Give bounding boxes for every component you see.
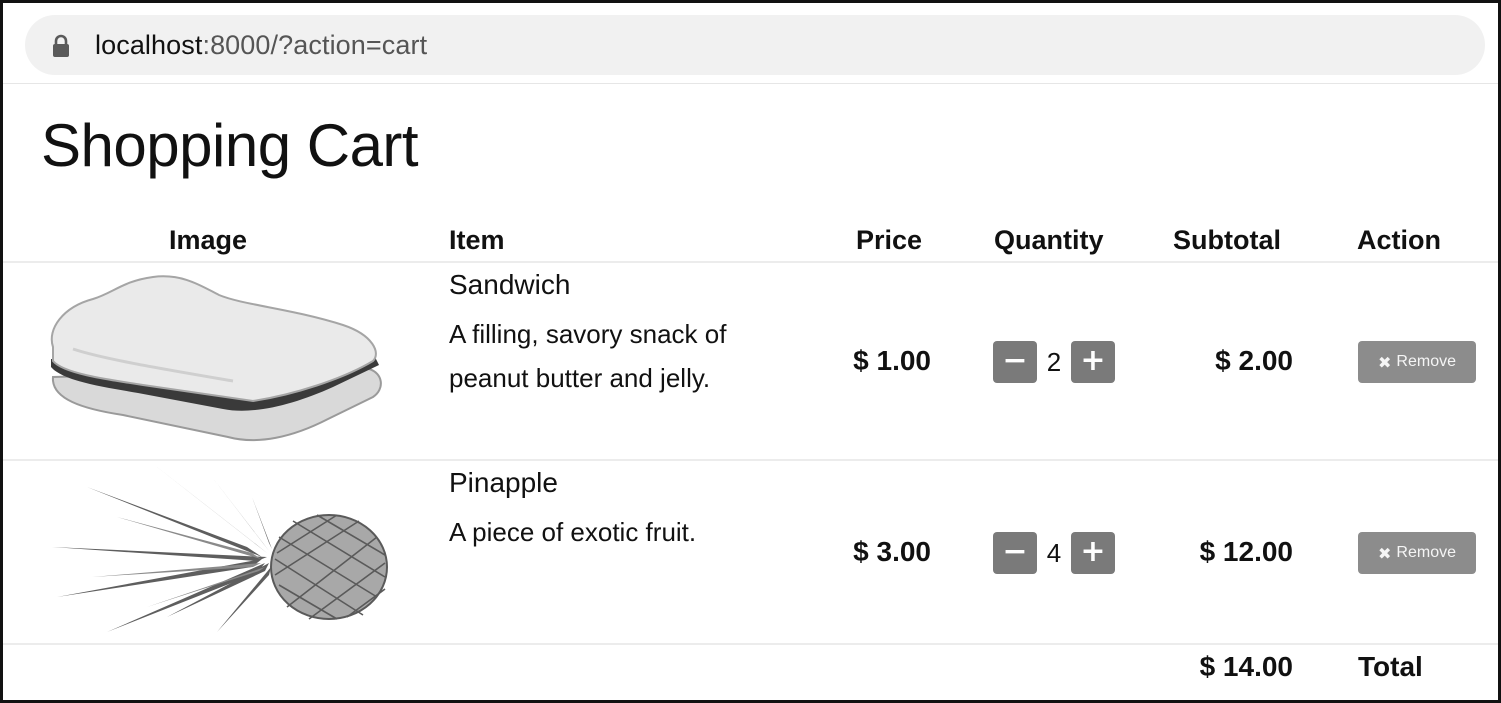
description-line: peanut butter and jelly. [449, 363, 711, 393]
quantity-stepper: − 4 + [993, 532, 1115, 574]
remove-label: Remove [1396, 353, 1456, 370]
url-host: localhost [95, 29, 203, 60]
address-bar[interactable]: localhost:8000/?action=cart [25, 15, 1485, 75]
header-quantity: Quantity [994, 225, 1104, 255]
increase-quantity-button[interactable]: + [1071, 341, 1115, 383]
item-subtotal: $ 12.00 [1199, 536, 1293, 567]
divider [3, 643, 1498, 645]
description-line: A piece of exotic fruit. [449, 517, 697, 547]
item-description: A piece of exotic fruit. [449, 510, 809, 554]
divider [3, 261, 1498, 263]
header-action: Action [1357, 225, 1441, 255]
header-item: Item [449, 225, 505, 255]
quantity-value: 2 [1046, 346, 1062, 377]
description-line: A filling, savory snack of [449, 319, 727, 349]
browser-window: localhost:8000/?action=cart Shopping Car… [0, 0, 1501, 703]
item-name: Sandwich [449, 269, 571, 300]
header-price: Price [856, 225, 923, 255]
quantity-value: 4 [1046, 537, 1062, 568]
pineapple-image [47, 467, 392, 642]
sandwich-image [43, 269, 388, 459]
item-description: A filling, savory snack of peanut butter… [449, 312, 809, 400]
item-name: Pinapple [449, 467, 558, 498]
header-subtotal: Subtotal [1173, 225, 1281, 255]
page-title: Shopping Cart [41, 112, 419, 179]
item-subtotal: $ 2.00 [1215, 345, 1293, 376]
url-path: :8000/?action=cart [202, 29, 428, 60]
increase-quantity-button[interactable]: + [1071, 532, 1115, 574]
cart-total-label: Total [1358, 651, 1423, 682]
close-icon: ✖ [1378, 543, 1392, 563]
divider [3, 459, 1498, 461]
divider [3, 83, 1498, 84]
lock-icon [51, 34, 71, 58]
item-price: $ 1.00 [853, 345, 931, 376]
header-image: Image [169, 225, 248, 255]
close-icon: ✖ [1378, 352, 1392, 372]
remove-label: Remove [1396, 544, 1456, 561]
cart-total-value: $ 14.00 [1199, 651, 1293, 682]
quantity-stepper: − 2 + [993, 341, 1115, 383]
item-price: $ 3.00 [853, 536, 931, 567]
decrease-quantity-button[interactable]: − [993, 341, 1037, 383]
remove-button[interactable]: ✖ Remove [1358, 341, 1476, 383]
url-text[interactable]: localhost:8000/?action=cart [95, 30, 427, 61]
remove-button[interactable]: ✖ Remove [1358, 532, 1476, 574]
decrease-quantity-button[interactable]: − [993, 532, 1037, 574]
